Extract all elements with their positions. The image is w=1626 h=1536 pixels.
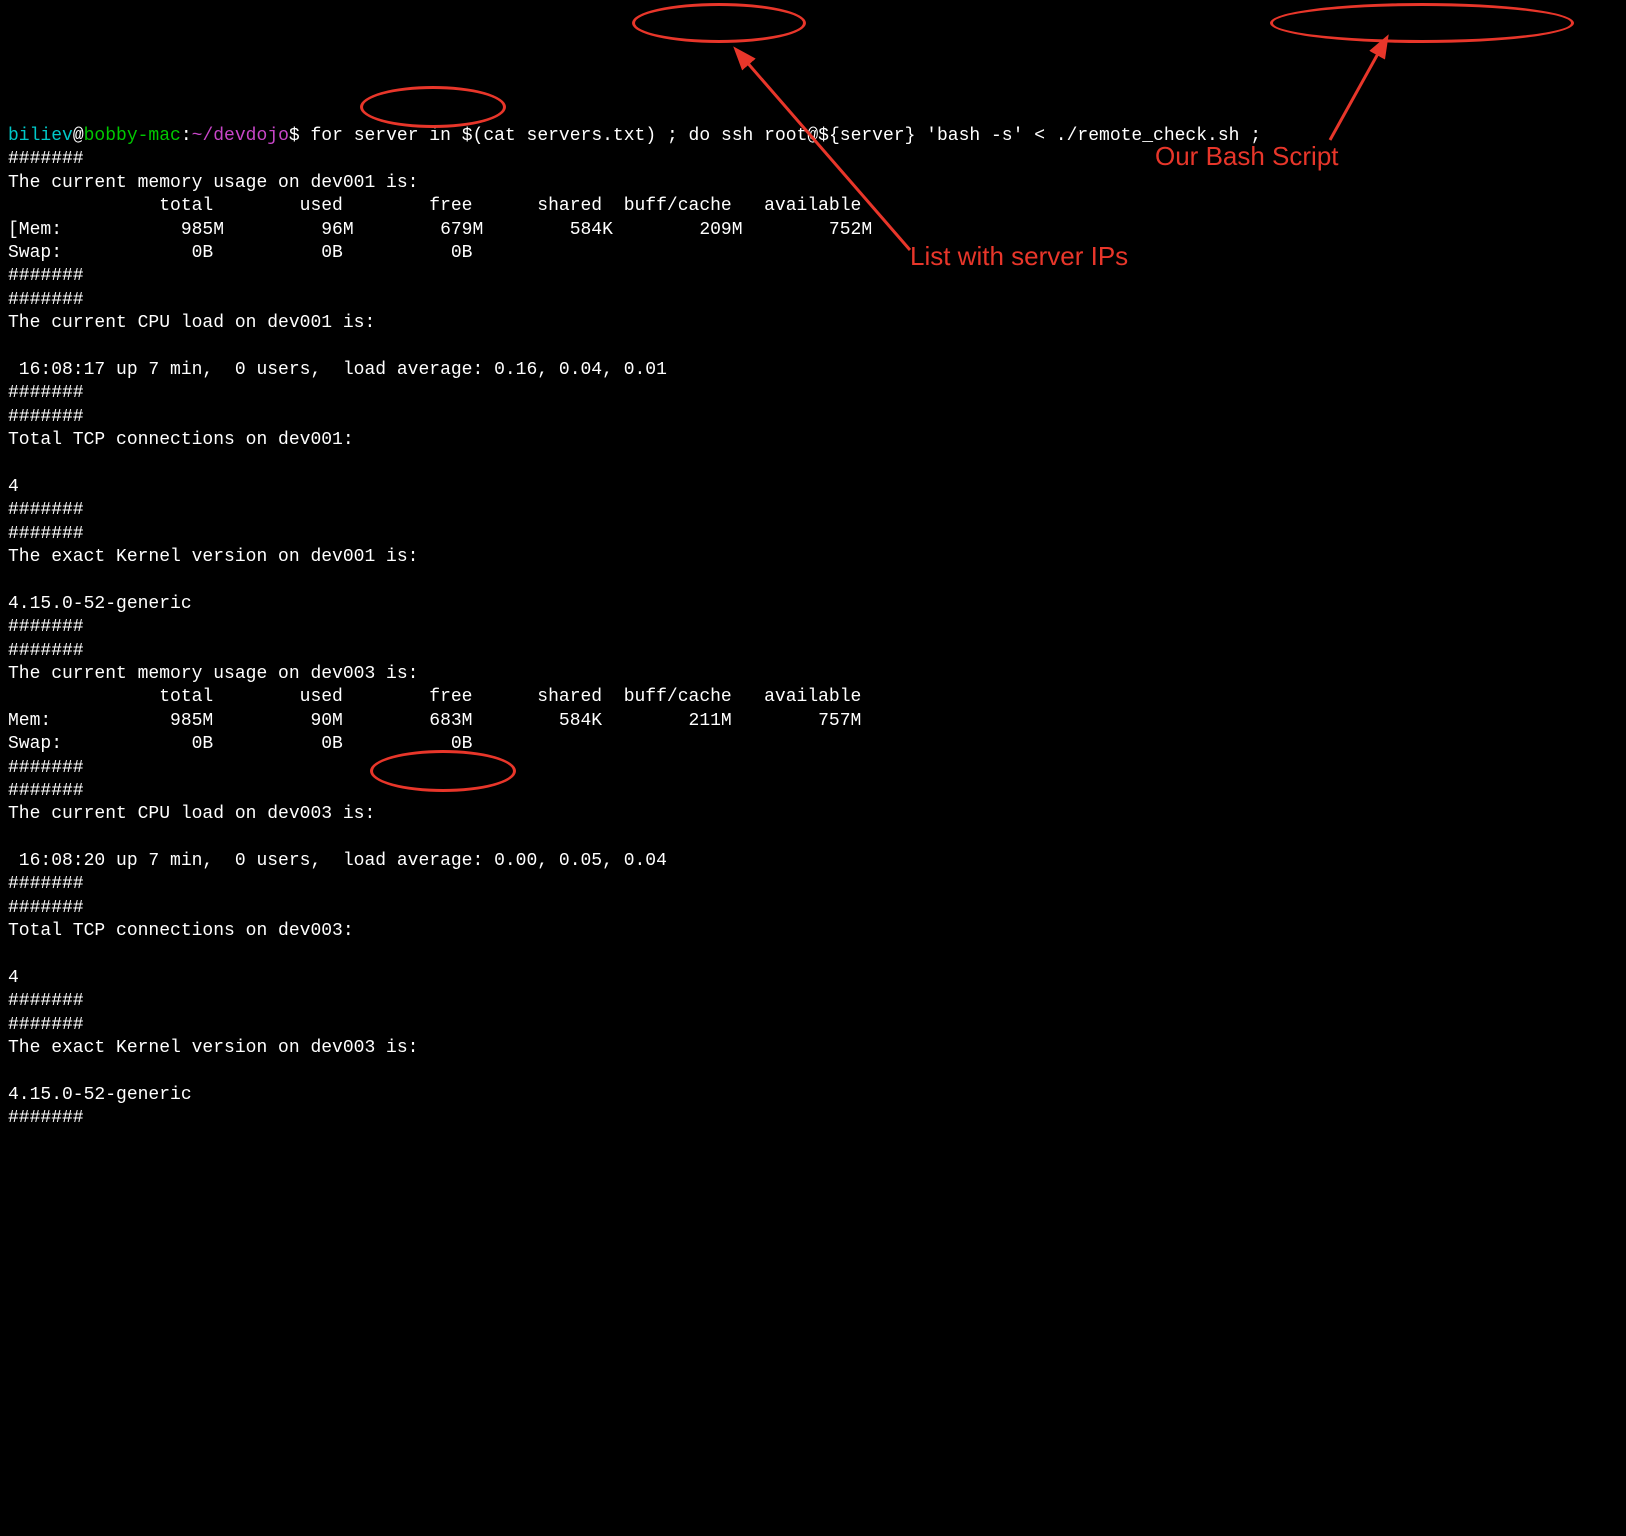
annotation-server-ips: List with server IPs [910, 240, 1128, 274]
cpu-line-2: 16:08:20 up 7 min, 0 users, load average… [8, 851, 667, 871]
mem-title-2: The current memory usage on dev003 is: [8, 664, 418, 684]
circle-dev003-icon [370, 750, 516, 792]
hash-sep: ####### [8, 617, 84, 637]
circle-remote-check-icon [1270, 3, 1574, 43]
kernel-title-2: The exact Kernel version on dev003 is: [8, 1038, 418, 1058]
hash-sep: ####### [8, 758, 84, 778]
swap-row-2: Swap: 0B 0B 0B [8, 734, 472, 754]
hash-sep: ####### [8, 1015, 84, 1035]
kernel-title-1: The exact Kernel version on dev001 is: [8, 547, 418, 567]
circle-dev001-icon [360, 86, 506, 128]
mem-row-2: Mem: 985M 90M 683M 584K 211M 757M [8, 711, 861, 731]
mem-row-1: [Mem: 985M 96M 679M 584K 209M 752M [8, 220, 872, 240]
prompt-user: biliev [8, 126, 73, 146]
prompt-path: ~/devdojo [192, 126, 289, 146]
mem-header-1: total used free shared buff/cache availa… [8, 196, 861, 216]
cpu-title-1: The current CPU load on dev001 is: [8, 313, 375, 333]
prompt-at: @ [73, 126, 84, 146]
tcp-value-1: 4 [8, 477, 19, 497]
prompt-host: bobby-mac [84, 126, 181, 146]
hash-sep: ####### [8, 290, 84, 310]
kernel-value-1: 4.15.0-52-generic [8, 594, 192, 614]
hash-sep: ####### [8, 1108, 84, 1128]
hash-sep: ####### [8, 991, 84, 1011]
hash-sep: ####### [8, 149, 84, 169]
hash-sep: ####### [8, 641, 84, 661]
tcp-value-2: 4 [8, 968, 19, 988]
prompt-colon: : [181, 126, 192, 146]
tcp-title-2: Total TCP connections on dev003: [8, 921, 354, 941]
annotation-bash-script: Our Bash Script [1155, 140, 1339, 174]
circle-servers-txt-icon [632, 3, 806, 43]
cpu-title-2: The current CPU load on dev003 is: [8, 804, 375, 824]
hash-sep: ####### [8, 781, 84, 801]
hash-sep: ####### [8, 898, 84, 918]
cpu-line-1: 16:08:17 up 7 min, 0 users, load average… [8, 360, 667, 380]
hash-sep: ####### [8, 383, 84, 403]
hash-sep: ####### [8, 524, 84, 544]
tcp-title-1: Total TCP connections on dev001: [8, 430, 354, 450]
hash-sep: ####### [8, 500, 84, 520]
kernel-value-2: 4.15.0-52-generic [8, 1085, 192, 1105]
swap-row-1: Swap: 0B 0B 0B [8, 243, 472, 263]
prompt-dollar: $ [289, 126, 311, 146]
terminal-command[interactable]: for server in $(cat servers.txt) ; do ss… [310, 126, 1261, 146]
mem-title-1: The current memory usage on dev001 is: [8, 173, 418, 193]
hash-sep: ####### [8, 874, 84, 894]
hash-sep: ####### [8, 407, 84, 427]
hash-sep: ####### [8, 266, 84, 286]
mem-header-2: total used free shared buff/cache availa… [8, 687, 861, 707]
arrow-bash-script-icon [0, 0, 1626, 200]
